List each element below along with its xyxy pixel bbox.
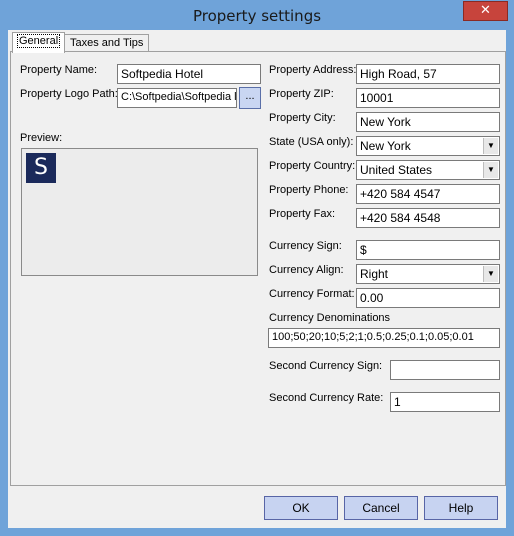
ok-button[interactable]: OK <box>264 496 338 520</box>
address-label: Property Address: <box>269 64 357 76</box>
second-sign-input[interactable] <box>390 360 500 380</box>
denominations-input[interactable]: 100;50;20;10;5;2;1;0.5;0.25;0.1;0.05;0.0… <box>268 328 500 348</box>
currency-format-input[interactable]: 0.00 <box>356 288 500 308</box>
city-input[interactable]: New York <box>356 112 500 132</box>
second-rate-input[interactable]: 1 <box>390 392 500 412</box>
close-button[interactable]: ✕ <box>463 1 508 21</box>
currency-sign-label: Currency Sign: <box>269 240 342 252</box>
zip-label: Property ZIP: <box>269 88 334 100</box>
denominations-label: Currency Denominations <box>269 312 391 324</box>
phone-input[interactable]: +420 584 4547 <box>356 184 500 204</box>
cancel-button[interactable]: Cancel <box>344 496 418 520</box>
fax-label: Property Fax: <box>269 208 336 220</box>
country-label: Property Country: <box>269 160 356 172</box>
second-rate-label: Second Currency Rate: <box>269 392 384 404</box>
property-name-input[interactable]: Softpedia Hotel <box>117 64 261 84</box>
property-name-label: Property Name: <box>20 64 98 76</box>
preview-label: Preview: <box>20 132 63 144</box>
currency-align-value: Right <box>360 267 389 281</box>
currency-align-label: Currency Align: <box>269 264 344 276</box>
zip-input[interactable]: 10001 <box>356 88 500 108</box>
title-bar[interactable]: Property settings ✕ <box>0 0 514 30</box>
window-title: Property settings <box>192 7 322 25</box>
property-settings-window: Property settings ✕ General Taxes and Ti… <box>0 0 514 536</box>
tab-general[interactable]: General <box>12 32 66 53</box>
logo-image: S <box>26 153 56 183</box>
fax-input[interactable]: +420 584 4548 <box>356 208 500 228</box>
chevron-down-icon[interactable]: ▼ <box>483 266 498 282</box>
logo-path-input[interactable]: C:\Softpedia\Softpedia l <box>117 88 237 108</box>
chevron-down-icon[interactable]: ▼ <box>483 162 498 178</box>
logo-preview: S <box>21 148 258 276</box>
browse-logo-button[interactable]: ... <box>239 87 261 109</box>
general-tab-panel: Property Name: Softpedia Hotel Property … <box>10 51 506 486</box>
chevron-down-icon[interactable]: ▼ <box>483 138 498 154</box>
second-sign-label: Second Currency Sign: <box>269 360 383 372</box>
tab-taxes-label: Taxes and Tips <box>70 37 144 49</box>
city-label: Property City: <box>269 112 336 124</box>
state-select[interactable]: New York ▼ <box>356 136 500 156</box>
country-select[interactable]: United States ▼ <box>356 160 500 180</box>
help-button[interactable]: Help <box>424 496 498 520</box>
close-icon: ✕ <box>480 3 491 18</box>
phone-label: Property Phone: <box>269 184 349 196</box>
country-select-value: United States <box>360 163 433 177</box>
state-label: State (USA only): <box>269 136 354 148</box>
dialog-client-area: General Taxes and Tips Property Name: So… <box>8 30 506 528</box>
state-select-value: New York <box>360 139 411 153</box>
address-input[interactable]: High Road, 57 <box>356 64 500 84</box>
dialog-footer: OK Cancel Help <box>8 490 506 528</box>
currency-align-select[interactable]: Right ▼ <box>356 264 500 284</box>
logo-path-label: Property Logo Path: <box>20 88 118 100</box>
tab-general-label: General <box>16 34 61 48</box>
currency-format-label: Currency Format: <box>269 288 355 300</box>
currency-sign-input[interactable]: $ <box>356 240 500 260</box>
